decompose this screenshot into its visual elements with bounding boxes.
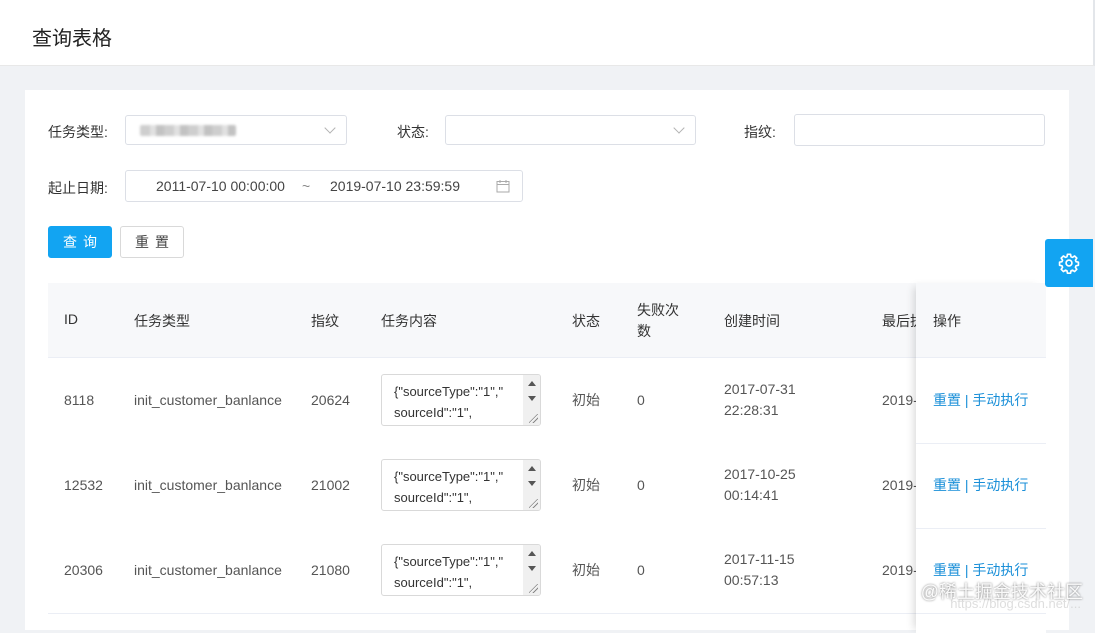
status-select[interactable] [445, 115, 696, 145]
content-text: {"sourceType":"1"," sourceId":"1", [394, 469, 504, 505]
action-separator: | [964, 392, 969, 408]
cell-id: 8118 [64, 392, 95, 408]
content-text: {"sourceType":"1"," sourceId":"1", [394, 384, 504, 420]
settings-button[interactable] [1045, 239, 1093, 287]
task-type-selected-value [140, 125, 236, 136]
fingerprint-label: 指纹: [744, 124, 776, 140]
cell-status: 初始 [572, 562, 600, 578]
cell-created-time: 00:57:13 [724, 572, 779, 588]
action-separator: | [964, 562, 969, 578]
content-textarea[interactable]: {"sourceType":"1"," sourceId":"1", [381, 459, 541, 511]
cell-created-time: 22:28:31 [724, 402, 779, 418]
date-separator: ~ [302, 178, 311, 194]
cell-fail-count: 0 [637, 392, 645, 408]
cell-task-type: init_customer_banlance [134, 392, 282, 408]
task-type-label: 任务类型: [48, 124, 108, 140]
date-range-label: 起止日期: [48, 180, 108, 196]
scroll-up-icon[interactable] [528, 466, 536, 471]
status-label: 状态: [397, 124, 429, 140]
scroll-down-icon[interactable] [528, 396, 536, 401]
scroll-down-icon[interactable] [528, 481, 536, 486]
cell-fail-count: 0 [637, 477, 645, 493]
scroll-up-icon[interactable] [528, 381, 536, 386]
cell-fingerprint: 21002 [311, 477, 350, 493]
column-header-created-at: 创建时间 [724, 313, 780, 329]
actions-cell: 重置 | 手动执行 [916, 443, 1046, 529]
cell-id: 12532 [64, 477, 103, 493]
cell-last-exec: 2019- [882, 477, 918, 493]
cell-status: 初始 [572, 392, 600, 408]
action-separator: | [964, 477, 969, 493]
cell-id: 20306 [64, 562, 103, 578]
row-reset-link[interactable]: 重置 [933, 562, 961, 578]
column-header-id: ID [64, 311, 78, 327]
table-header: ID 任务类型 指纹 任务内容 状态 失败次数 创建时间 最后执 [48, 283, 1045, 358]
content-text: {"sourceType":"1"," sourceId":"1", [394, 554, 504, 590]
cell-fingerprint: 21080 [311, 562, 350, 578]
cell-task-type: init_customer_banlance [134, 562, 282, 578]
cell-created-date: 2017-10-25 [724, 466, 796, 482]
row-manual-exec-link[interactable]: 手动执行 [972, 562, 1028, 578]
cell-created-date: 2017-07-31 [724, 381, 796, 397]
chevron-down-icon [324, 122, 336, 134]
resize-grip-icon[interactable] [529, 499, 538, 508]
date-start[interactable]: 2011-07-10 00:00:00 [156, 178, 285, 194]
row-manual-exec-link[interactable]: 手动执行 [972, 392, 1028, 408]
column-header-content: 任务内容 [381, 313, 437, 329]
table-row: 20306 init_customer_banlance 21080 {"sou… [48, 528, 1045, 614]
task-table: ID 任务类型 指纹 任务内容 状态 失败次数 创建时间 最后执 8118 in… [48, 283, 1045, 633]
page-title: 查询表格 [32, 28, 112, 50]
reset-button[interactable]: 重置 [120, 226, 184, 258]
page-header: 查询表格 [0, 0, 1095, 66]
cell-status: 初始 [572, 477, 600, 493]
content-textarea[interactable]: {"sourceType":"1"," sourceId":"1", [381, 374, 541, 426]
row-reset-link[interactable]: 重置 [933, 392, 961, 408]
query-button[interactable]: 查询 [48, 226, 112, 258]
resize-grip-icon[interactable] [529, 584, 538, 593]
content-textarea[interactable]: {"sourceType":"1"," sourceId":"1", [381, 544, 541, 596]
calendar-icon [496, 180, 510, 193]
watermark: @稀土掘金技术社区 [920, 582, 1083, 602]
column-header-task-type: 任务类型 [134, 313, 190, 329]
resize-grip-icon[interactable] [529, 414, 538, 423]
table-row: 12532 init_customer_banlance 21002 {"sou… [48, 443, 1045, 529]
column-header-fingerprint: 指纹 [311, 313, 339, 329]
date-end[interactable]: 2019-07-10 23:59:59 [330, 178, 460, 194]
cell-task-type: init_customer_banlance [134, 477, 282, 493]
date-range-picker[interactable]: 2011-07-10 00:00:00 ~ 2019-07-10 23:59:5… [125, 170, 523, 202]
table-row: 8118 init_customer_banlance 20624 {"sour… [48, 358, 1045, 444]
actions-cell: 重置 | 手动执行 [916, 358, 1046, 444]
task-type-select[interactable] [125, 115, 347, 145]
column-header-status: 状态 [572, 313, 600, 329]
chevron-down-icon [673, 122, 685, 134]
cell-last-exec: 2019- [882, 562, 918, 578]
fingerprint-input[interactable] [794, 114, 1045, 146]
scroll-up-icon[interactable] [528, 551, 536, 556]
cell-fingerprint: 20624 [311, 392, 350, 408]
column-header-actions: 操作 [933, 313, 961, 329]
scroll-down-icon[interactable] [528, 566, 536, 571]
row-reset-link[interactable]: 重置 [933, 477, 961, 493]
cell-last-exec: 2019- [882, 392, 918, 408]
column-header-fail-count: 失败次数 [637, 302, 679, 339]
cell-created-date: 2017-11-15 [724, 551, 795, 567]
gear-icon [1058, 253, 1080, 274]
column-header-actions-cell: 操作 [916, 283, 1046, 358]
query-card: 任务类型: 状态: 指纹: 起止日期: 2011-07-10 00:00:00 … [25, 90, 1069, 633]
row-manual-exec-link[interactable]: 手动执行 [972, 477, 1028, 493]
cell-fail-count: 0 [637, 562, 645, 578]
cell-created-time: 00:14:41 [724, 487, 779, 503]
